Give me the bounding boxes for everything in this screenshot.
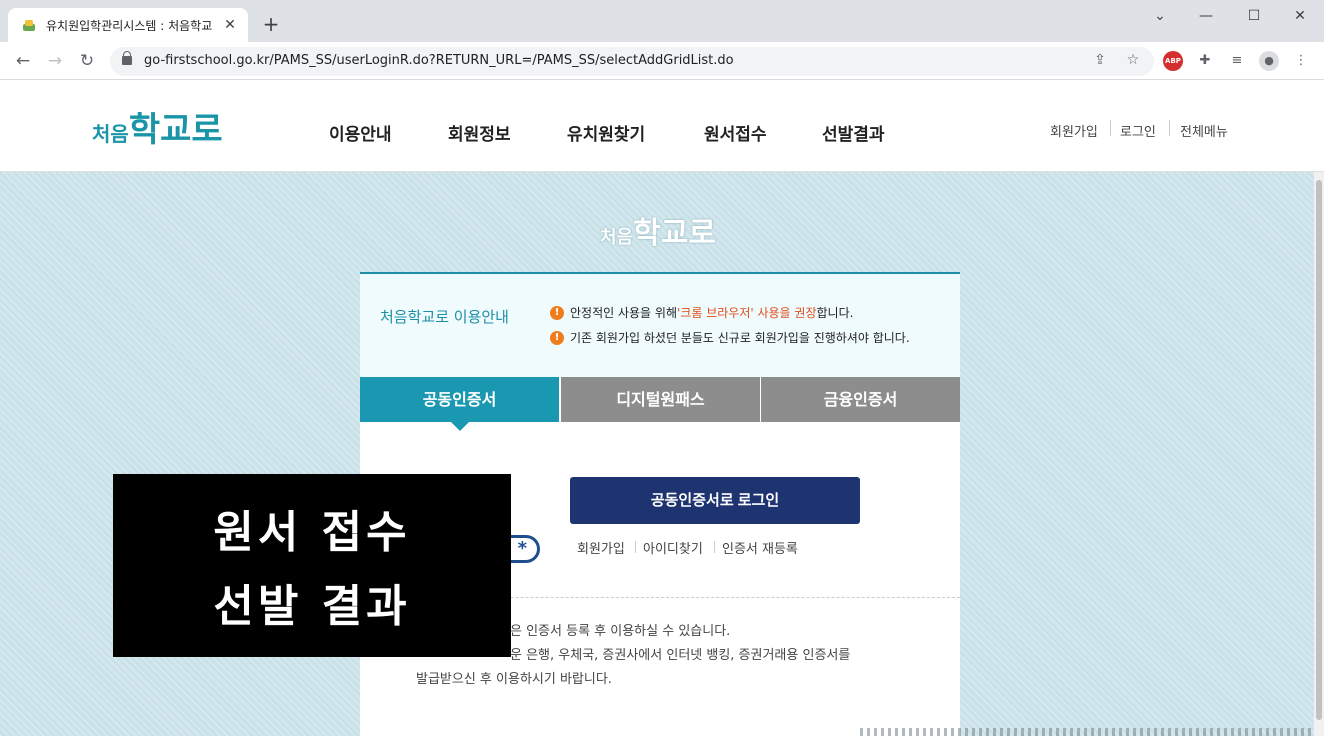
- info-line-1: 은 인증서 등록 후 이용하실 수 있습니다.: [510, 624, 731, 639]
- certificate-login-button[interactable]: 공동인증서로 로그인: [570, 477, 860, 524]
- media-control-icon[interactable]: ≡: [1227, 51, 1247, 71]
- lock-icon[interactable]: [122, 51, 132, 65]
- caption-overlay: 원서 접수 선발 결과: [113, 474, 511, 657]
- find-id-link[interactable]: 아이디찾기: [643, 538, 703, 557]
- browser-toolbar: ← → ↻ go-firstschool.go.kr/PAMS_SS/userL…: [0, 42, 1324, 80]
- tab-financial-certificate[interactable]: 금융인증서: [761, 377, 960, 422]
- login-method-tabs: 공동인증서 디지털원패스 금융인증서: [360, 377, 960, 422]
- caption-line-application: 원서 접수: [213, 507, 411, 558]
- tab-digital-onepass[interactable]: 디지털원패스: [561, 377, 760, 422]
- info-line-3: 발급받으신 후 이용하시기 바랍니다.: [416, 672, 612, 687]
- nav-item-application[interactable]: 원서접수: [704, 120, 767, 145]
- site-header: 처음학교로 이용안내 회원정보 유치원찾기 원서접수 선발결과 회원가입 로그인…: [0, 80, 1324, 172]
- adblock-extension-icon[interactable]: ABP: [1163, 51, 1183, 71]
- forward-button[interactable]: →: [42, 48, 68, 74]
- extensions-puzzle-icon[interactable]: ✚: [1195, 51, 1215, 71]
- info-line-2: 운 은행, 우체국, 증권사에서 인터넷 뱅킹, 증권거래용 인증서를: [510, 648, 851, 663]
- maximize-window-button[interactable]: ☐: [1234, 4, 1274, 28]
- util-signup-link[interactable]: 회원가입: [1050, 121, 1098, 140]
- link-divider: [635, 541, 636, 553]
- util-divider: [1110, 120, 1111, 136]
- minimize-window-button[interactable]: —: [1186, 4, 1226, 28]
- signup-link[interactable]: 회원가입: [577, 538, 625, 557]
- tab-close-icon[interactable]: ✕: [222, 17, 238, 33]
- browser-tab[interactable]: 유치원입학관리시스템 : 처음학교 ✕: [8, 8, 248, 42]
- caption-line-results: 선발 결과: [213, 581, 411, 632]
- util-login-link[interactable]: 로그인: [1120, 121, 1156, 140]
- reload-button[interactable]: ↻: [74, 48, 100, 74]
- url-text[interactable]: go-firstschool.go.kr/PAMS_SS/userLoginR.…: [144, 53, 734, 68]
- notice-title: 처음학교로 이용안내: [380, 308, 509, 326]
- tab-title: 유치원입학관리시스템 : 처음학교: [46, 18, 213, 33]
- nav-item-guide[interactable]: 이용안내: [329, 120, 392, 145]
- util-allmenu-link[interactable]: 전체메뉴: [1180, 121, 1228, 140]
- link-divider: [714, 541, 715, 553]
- browser-menu-icon[interactable]: ⋮: [1291, 51, 1311, 71]
- tab-joint-certificate[interactable]: 공동인증서: [360, 377, 559, 422]
- reregister-certificate-link[interactable]: 인증서 재등록: [722, 538, 798, 557]
- notice-line-signup: ! 기존 회원가입 하셨던 분들도 신규로 회원가입을 진행하셔야 합니다.: [550, 329, 910, 346]
- scrollbar-thumb[interactable]: [1316, 180, 1322, 720]
- active-tab-arrow: [451, 422, 469, 431]
- browser-tabstrip: 유치원입학관리시스템 : 처음학교 ✕ + ⌄ — ☐ ✕: [0, 0, 1324, 42]
- notice-line-browser: ! 안정적인 사용을 위해 '크롬 브라우저' 사용을 권장 합니다.: [550, 304, 853, 321]
- address-bar[interactable]: go-firstschool.go.kr/PAMS_SS/userLoginR.…: [110, 47, 1154, 76]
- nav-item-find-kindergarten[interactable]: 유치원찾기: [567, 120, 645, 145]
- util-divider: [1169, 120, 1170, 136]
- profile-avatar-icon[interactable]: ●: [1259, 51, 1279, 71]
- warning-icon: !: [550, 330, 564, 345]
- site-logo[interactable]: 처음학교로: [92, 102, 223, 151]
- new-tab-button[interactable]: +: [260, 13, 282, 35]
- site-favicon-icon: [22, 18, 36, 32]
- close-window-button[interactable]: ✕: [1280, 4, 1320, 28]
- bookmark-star-icon[interactable]: ☆: [1123, 52, 1143, 68]
- notice-box: 처음학교로 이용안내 ! 안정적인 사용을 위해 '크롬 브라우저' 사용을 권…: [360, 272, 960, 377]
- share-icon[interactable]: ⇪: [1090, 52, 1110, 68]
- tab-search-icon[interactable]: ⌄: [1140, 4, 1180, 28]
- background-text-fragment: [860, 728, 1314, 736]
- warning-icon: !: [550, 305, 564, 320]
- center-logo: 처음학교로: [600, 216, 716, 251]
- nav-item-results[interactable]: 선발결과: [822, 120, 885, 145]
- back-button[interactable]: ←: [10, 48, 36, 74]
- nav-item-member[interactable]: 회원정보: [448, 120, 511, 145]
